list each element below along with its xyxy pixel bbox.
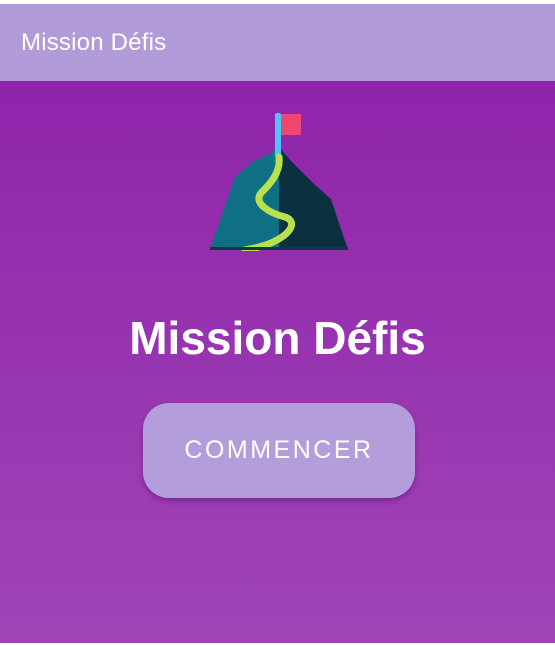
main-content: Mission Défis COMMENCER	[0, 81, 555, 643]
app-bar-title: Mission Défis	[21, 28, 167, 56]
start-button[interactable]: COMMENCER	[143, 403, 415, 498]
mountain-flag-icon	[209, 113, 349, 254]
hero-title: Mission Défis	[129, 311, 426, 364]
app-bar: Mission Défis	[0, 4, 555, 81]
